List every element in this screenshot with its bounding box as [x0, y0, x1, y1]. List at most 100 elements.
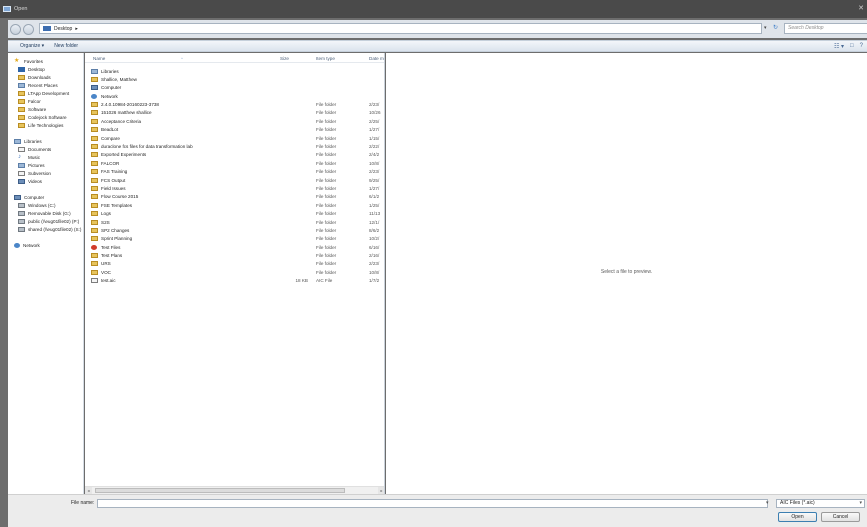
nav-codejock-software[interactable]: Codejock Software: [8, 113, 83, 121]
breadcrumb[interactable]: Desktop ▸: [39, 23, 762, 34]
file-date: 2/23/: [369, 261, 380, 267]
computer-icon: [14, 194, 21, 200]
open-button[interactable]: Open: [778, 512, 817, 522]
file-type: File folder: [316, 202, 337, 208]
nav-documents[interactable]: Documents: [8, 145, 83, 153]
column-header-item-type[interactable]: Item type: [316, 56, 335, 61]
file-name: Flow Course 2015: [101, 194, 139, 200]
nav-subversion[interactable]: Subversion: [8, 169, 83, 177]
file-type: File folder: [316, 236, 337, 242]
music-icon: ♪: [18, 153, 21, 160]
refresh-icon[interactable]: ↻: [773, 24, 778, 31]
nav-windows-c[interactable]: Windows (C:): [8, 201, 83, 209]
new-folder-button[interactable]: New folder: [54, 43, 78, 49]
close-icon[interactable]: ✕: [858, 4, 864, 12]
file-type: File folder: [316, 269, 337, 275]
forward-button[interactable]: [23, 23, 34, 35]
file-row[interactable]: FALCOR File folder 10/8/: [85, 159, 384, 167]
column-header-date-modified[interactable]: Date modified: [369, 56, 384, 61]
cancel-button[interactable]: Cancel: [821, 512, 860, 522]
nav-libraries[interactable]: Libraries: [8, 137, 83, 145]
nav-software[interactable]: Software: [8, 105, 83, 113]
scroll-left-icon[interactable]: ◂: [85, 487, 92, 494]
breadcrumb-arrow-icon[interactable]: ▸: [75, 26, 78, 32]
file-row[interactable]: Network: [85, 92, 384, 100]
file-row[interactable]: BeadLot File folder 1/27/: [85, 126, 384, 134]
nav-desktop[interactable]: Desktop: [8, 65, 83, 73]
file-row[interactable]: 2.4.0.10984-20160223-3738 File folder 2/23…: [85, 101, 384, 109]
libraries-icon: [91, 68, 98, 74]
file-row[interactable]: test.aic 18 KB AIC File 1/7/2: [85, 277, 384, 285]
file-row[interactable]: URS File folder 2/23/: [85, 260, 384, 268]
nav-computer[interactable]: Computer: [8, 193, 83, 201]
file-name: 2.4.0.10984-20160223-3738: [101, 102, 159, 108]
search-input[interactable]: Search Desktop ⌕: [784, 23, 867, 34]
file-row[interactable]: Compare File folder 1/15/: [85, 134, 384, 142]
address-history-dropdown[interactable]: ▾: [764, 25, 767, 31]
file-row[interactable]: Logs File folder 11/13: [85, 210, 384, 218]
file-name: FALCOR: [101, 160, 120, 166]
file-row[interactable]: Computer: [85, 84, 384, 92]
nav-removable-disk-g[interactable]: Removable Disk (G:): [8, 209, 83, 217]
file-row[interactable]: duraclone fcs files for data transformat…: [85, 143, 384, 151]
nav-videos[interactable]: Videos: [8, 177, 83, 185]
file-name: FSE Templates: [101, 202, 133, 208]
file-date: 10/8/: [369, 160, 380, 166]
organize-button[interactable]: Organize ▾: [20, 43, 44, 49]
horizontal-scrollbar[interactable]: ◂ ▸: [85, 486, 384, 494]
file-name-dropdown-icon[interactable]: ▾: [766, 500, 769, 506]
file-row[interactable]: Exported Experiments File folder 2/4/2: [85, 151, 384, 159]
nav-shared-s[interactable]: shared (\\eug01file02) (S:): [8, 225, 83, 233]
file-row[interactable]: Acceptance Criteria File folder 2/25/: [85, 117, 384, 125]
file-type: File folder: [316, 219, 337, 225]
breadcrumb-desktop[interactable]: Desktop: [54, 26, 72, 32]
file-row[interactable]: Sprint Planning File folder 10/2/: [85, 235, 384, 243]
file-row[interactable]: Test Plans File folder 2/16/: [85, 252, 384, 260]
window-icon: [3, 6, 11, 12]
nav-music[interactable]: ♪ Music: [8, 153, 83, 161]
nav-downloads[interactable]: Downloads: [8, 73, 83, 81]
column-header-name[interactable]: Name: [93, 56, 105, 61]
file-row[interactable]: FSE Templates File folder 1/25/: [85, 201, 384, 209]
scrollbar-thumb[interactable]: [95, 488, 345, 493]
network-icon: [91, 93, 97, 99]
nav-ltapp-development[interactable]: LTApp Development: [8, 89, 83, 97]
help-icon[interactable]: ?: [860, 43, 863, 50]
file-date: 1/7/2: [369, 278, 380, 284]
view-options-icon[interactable]: ☷ ▾: [834, 43, 844, 50]
file-name-input[interactable]: [97, 499, 768, 508]
file-row[interactable]: FCS Output File folder 9/25/: [85, 176, 384, 184]
column-header-row: Name ^ Size Item type Date modified: [85, 53, 384, 63]
file-date: 2/22/: [369, 144, 380, 150]
file-row[interactable]: SP2 Changes File folder 8/6/2: [85, 226, 384, 234]
nav-network[interactable]: Network: [8, 241, 83, 249]
file-row[interactable]: Field Issues File folder 1/27/: [85, 184, 384, 192]
nav-public-p[interactable]: public (\\eug01file02) (P:): [8, 217, 83, 225]
nav-life-technologies[interactable]: Life Technologies: [8, 121, 83, 129]
scroll-right-icon[interactable]: ▸: [378, 487, 384, 494]
folder-icon: [18, 90, 25, 96]
network-icon: [14, 242, 20, 248]
preview-pane-icon[interactable]: □: [850, 43, 854, 50]
file-row[interactable]: VOC File folder 10/8/: [85, 268, 384, 276]
navigation-pane: ★ Favorites Desktop Downloads Recent Plac…: [8, 53, 84, 494]
file-type-filter[interactable]: AIC Files (*.aic) ▾: [776, 499, 865, 508]
file-row[interactable]: 151026 matthew shallice File folder 10/26: [85, 109, 384, 117]
file-row[interactable]: S2S File folder 12/1/: [85, 218, 384, 226]
column-header-size[interactable]: Size: [280, 56, 289, 61]
nav-falcor[interactable]: Falcor: [8, 97, 83, 105]
nav-favorites[interactable]: ★ Favorites: [8, 57, 83, 65]
file-name: duraclone fcs files for data transformat…: [101, 144, 193, 150]
file-name-label: File name:: [71, 500, 95, 506]
file-name: Sprint Planning: [101, 236, 133, 242]
nav-pictures[interactable]: Pictures: [8, 161, 83, 169]
file-date: 2/4/2: [369, 152, 380, 158]
file-name: URS: [101, 261, 111, 267]
back-button[interactable]: [10, 23, 21, 35]
file-row[interactable]: Shallice, Matthew: [85, 75, 384, 83]
nav-recent-places[interactable]: Recent Places: [8, 81, 83, 89]
file-row[interactable]: Test Files File folder 6/16/: [85, 243, 384, 251]
file-row[interactable]: Flow Course 2015 File folder 6/1/2: [85, 193, 384, 201]
file-row[interactable]: Libraries: [85, 67, 384, 75]
file-row[interactable]: FAS Training File folder 2/23/: [85, 168, 384, 176]
